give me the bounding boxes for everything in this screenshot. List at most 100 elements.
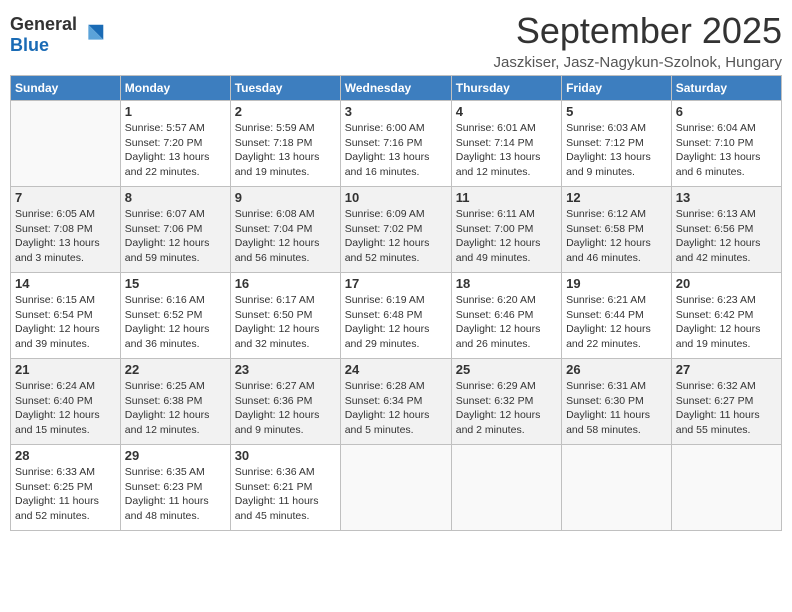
day-number: 24: [345, 362, 447, 377]
day-info: Sunrise: 6:21 AM Sunset: 6:44 PM Dayligh…: [566, 293, 667, 352]
calendar-cell: 4 Sunrise: 6:01 AM Sunset: 7:14 PM Daylig…: [451, 101, 561, 187]
day-info: Sunrise: 6:12 AM Sunset: 6:58 PM Dayligh…: [566, 207, 667, 266]
calendar-cell: 23 Sunrise: 6:27 AM Sunset: 6:36 PM Dayli…: [230, 359, 340, 445]
day-number: 12: [566, 190, 667, 205]
day-number: 15: [125, 276, 226, 291]
calendar-cell: 22Sunrise: 6:25 AM Sunset: 6:38 PM Dayli…: [120, 359, 230, 445]
calendar-cell: 17 Sunrise: 6:19 AM Sunset: 6:48 PM Dayli…: [340, 273, 451, 359]
day-number: 28: [15, 448, 116, 463]
day-info: Sunrise: 6:07 AM Sunset: 7:06 PM Dayligh…: [125, 207, 226, 266]
weekday-header: Tuesday: [230, 76, 340, 101]
day-info: Sunrise: 6:25 AM Sunset: 6:38 PM Dayligh…: [125, 379, 226, 438]
day-info: Sunrise: 5:59 AM Sunset: 7:18 PM Dayligh…: [235, 121, 336, 180]
day-number: 11: [456, 190, 557, 205]
weekday-header: Sunday: [11, 76, 121, 101]
calendar-cell: 25Sunrise: 6:29 AM Sunset: 6:32 PM Dayli…: [451, 359, 561, 445]
day-number: 3: [345, 104, 447, 119]
calendar-cell: 2 Sunrise: 5:59 AM Sunset: 7:18 PM Daylig…: [230, 101, 340, 187]
day-number: 19: [566, 276, 667, 291]
weekday-header: Friday: [562, 76, 672, 101]
calendar-cell: 11 Sunrise: 6:11 AM Sunset: 7:00 PM Dayli…: [451, 187, 561, 273]
day-info: Sunrise: 6:04 AM Sunset: 7:10 PM Dayligh…: [676, 121, 777, 180]
calendar-cell: [340, 445, 451, 531]
calendar-cell: 29 Sunrise: 6:35 AM Sunset: 6:23 PM Dayli…: [120, 445, 230, 531]
day-info: Sunrise: 6:24 AM Sunset: 6:40 PM Dayligh…: [15, 379, 116, 438]
day-info: Sunrise: 6:03 AM Sunset: 7:12 PM Dayligh…: [566, 121, 667, 180]
day-number: 4: [456, 104, 557, 119]
day-info: Sunrise: 6:05 AM Sunset: 7:08 PM Dayligh…: [15, 207, 116, 266]
calendar-cell: 28 Sunrise: 6:33 AM Sunset: 6:25 PM Dayli…: [11, 445, 121, 531]
day-number: 5: [566, 104, 667, 119]
day-info: Sunrise: 6:23 AM Sunset: 6:42 PM Dayligh…: [676, 293, 777, 352]
calendar-cell: 26 Sunrise: 6:31 AM Sunset: 6:30 PM Dayli…: [562, 359, 672, 445]
logo-icon: [79, 21, 107, 49]
day-info: Sunrise: 6:16 AM Sunset: 6:52 PM Dayligh…: [125, 293, 226, 352]
day-info: Sunrise: 5:57 AM Sunset: 7:20 PM Dayligh…: [125, 121, 226, 180]
day-number: 21: [15, 362, 116, 377]
weekday-header: Saturday: [671, 76, 781, 101]
calendar-cell: [451, 445, 561, 531]
calendar-cell: 6 Sunrise: 6:04 AM Sunset: 7:10 PM Daylig…: [671, 101, 781, 187]
day-info: Sunrise: 6:11 AM Sunset: 7:00 PM Dayligh…: [456, 207, 557, 266]
day-number: 26: [566, 362, 667, 377]
calendar-week-row: 1 Sunrise: 5:57 AM Sunset: 7:20 PM Daylig…: [11, 101, 782, 187]
calendar-cell: 3 Sunrise: 6:00 AM Sunset: 7:16 PM Daylig…: [340, 101, 451, 187]
day-number: 25: [456, 362, 557, 377]
logo: General Blue: [10, 14, 107, 56]
day-number: 17: [345, 276, 447, 291]
day-number: 13: [676, 190, 777, 205]
calendar-cell: 16 Sunrise: 6:17 AM Sunset: 6:50 PM Dayli…: [230, 273, 340, 359]
day-number: 1: [125, 104, 226, 119]
calendar-cell: 13 Sunrise: 6:13 AM Sunset: 6:56 PM Dayli…: [671, 187, 781, 273]
calendar-cell: 24Sunrise: 6:28 AM Sunset: 6:34 PM Dayli…: [340, 359, 451, 445]
day-info: Sunrise: 6:32 AM Sunset: 6:27 PM Dayligh…: [676, 379, 777, 438]
day-info: Sunrise: 6:27 AM Sunset: 6:36 PM Dayligh…: [235, 379, 336, 438]
logo-blue: Blue: [10, 35, 49, 55]
day-number: 23: [235, 362, 336, 377]
day-info: Sunrise: 6:13 AM Sunset: 6:56 PM Dayligh…: [676, 207, 777, 266]
weekday-header: Monday: [120, 76, 230, 101]
calendar-cell: 10 Sunrise: 6:09 AM Sunset: 7:02 PM Dayli…: [340, 187, 451, 273]
day-info: Sunrise: 6:08 AM Sunset: 7:04 PM Dayligh…: [235, 207, 336, 266]
calendar-cell: 1 Sunrise: 5:57 AM Sunset: 7:20 PM Daylig…: [120, 101, 230, 187]
calendar-week-row: 28 Sunrise: 6:33 AM Sunset: 6:25 PM Dayli…: [11, 445, 782, 531]
day-info: Sunrise: 6:01 AM Sunset: 7:14 PM Dayligh…: [456, 121, 557, 180]
day-info: Sunrise: 6:17 AM Sunset: 6:50 PM Dayligh…: [235, 293, 336, 352]
day-info: Sunrise: 6:35 AM Sunset: 6:23 PM Dayligh…: [125, 465, 226, 524]
calendar-cell: 20Sunrise: 6:23 AM Sunset: 6:42 PM Dayli…: [671, 273, 781, 359]
day-number: 29: [125, 448, 226, 463]
calendar-cell: 18Sunrise: 6:20 AM Sunset: 6:46 PM Dayli…: [451, 273, 561, 359]
calendar-week-row: 14 Sunrise: 6:15 AM Sunset: 6:54 PM Dayli…: [11, 273, 782, 359]
day-number: 10: [345, 190, 447, 205]
weekday-header: Wednesday: [340, 76, 451, 101]
day-number: 7: [15, 190, 116, 205]
day-info: Sunrise: 6:09 AM Sunset: 7:02 PM Dayligh…: [345, 207, 447, 266]
month-title: September 2025: [494, 10, 782, 52]
day-number: 27: [676, 362, 777, 377]
day-info: Sunrise: 6:31 AM Sunset: 6:30 PM Dayligh…: [566, 379, 667, 438]
calendar-cell: [11, 101, 121, 187]
calendar-cell: 14 Sunrise: 6:15 AM Sunset: 6:54 PM Dayli…: [11, 273, 121, 359]
calendar-cell: 15 Sunrise: 6:16 AM Sunset: 6:52 PM Dayli…: [120, 273, 230, 359]
calendar-cell: 7 Sunrise: 6:05 AM Sunset: 7:08 PM Daylig…: [11, 187, 121, 273]
calendar-week-row: 21 Sunrise: 6:24 AM Sunset: 6:40 PM Dayli…: [11, 359, 782, 445]
calendar-cell: [671, 445, 781, 531]
calendar-cell: 30Sunrise: 6:36 AM Sunset: 6:21 PM Dayli…: [230, 445, 340, 531]
day-info: Sunrise: 6:15 AM Sunset: 6:54 PM Dayligh…: [15, 293, 116, 352]
day-number: 8: [125, 190, 226, 205]
day-number: 6: [676, 104, 777, 119]
calendar-cell: [562, 445, 672, 531]
day-number: 14: [15, 276, 116, 291]
day-info: Sunrise: 6:20 AM Sunset: 6:46 PM Dayligh…: [456, 293, 557, 352]
day-number: 2: [235, 104, 336, 119]
calendar-cell: 12 Sunrise: 6:12 AM Sunset: 6:58 PM Dayli…: [562, 187, 672, 273]
calendar-cell: 9Sunrise: 6:08 AM Sunset: 7:04 PM Daylig…: [230, 187, 340, 273]
title-section: September 2025 Jaszkiser, Jasz-Nagykun-S…: [494, 10, 782, 71]
calendar-cell: 27 Sunrise: 6:32 AM Sunset: 6:27 PM Dayli…: [671, 359, 781, 445]
calendar-cell: 5 Sunrise: 6:03 AM Sunset: 7:12 PM Daylig…: [562, 101, 672, 187]
day-info: Sunrise: 6:19 AM Sunset: 6:48 PM Dayligh…: [345, 293, 447, 352]
day-info: Sunrise: 6:00 AM Sunset: 7:16 PM Dayligh…: [345, 121, 447, 180]
day-number: 16: [235, 276, 336, 291]
day-number: 30: [235, 448, 336, 463]
day-info: Sunrise: 6:33 AM Sunset: 6:25 PM Dayligh…: [15, 465, 116, 524]
